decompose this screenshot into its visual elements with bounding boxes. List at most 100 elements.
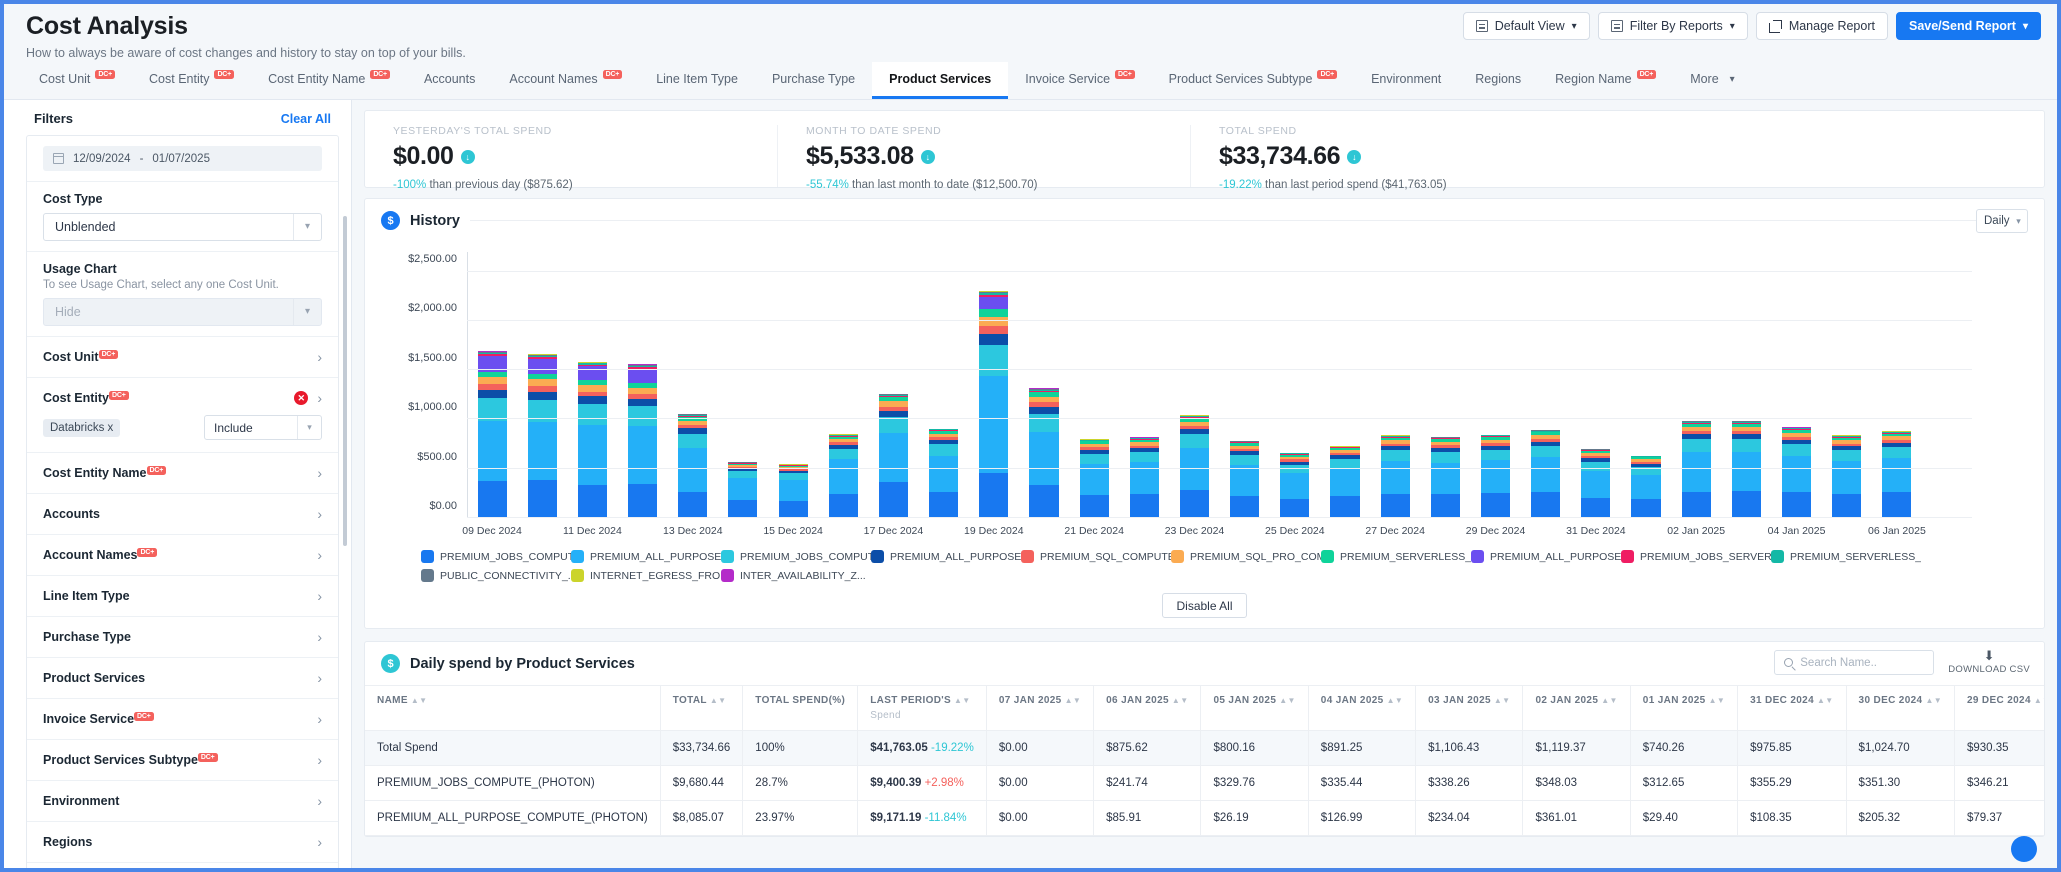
table-row[interactable]: Total Spend $33,734.66 100% $41,763.05 -19.… xyxy=(365,730,2044,766)
bar-column[interactable]: 27 Dec 2024 xyxy=(1365,252,1425,537)
legend-item[interactable]: PREMIUM_SERVERLESS_S... xyxy=(1771,550,1921,563)
sort-icon[interactable]: ▲▼ xyxy=(2034,696,2044,705)
filter-accordion-line-item-type[interactable]: Line Item Type › xyxy=(27,576,338,617)
sort-icon[interactable]: ▲▼ xyxy=(1494,696,1511,705)
chevron-right-icon[interactable]: › xyxy=(317,834,322,850)
chevron-right-icon[interactable]: › xyxy=(317,793,322,809)
chevron-right-icon[interactable]: › xyxy=(317,506,322,522)
sort-icon[interactable]: ▲▼ xyxy=(1065,696,1082,705)
tab-regions[interactable]: Regions xyxy=(1458,62,1538,99)
bar-column[interactable]: 13 Dec 2024 xyxy=(663,252,723,537)
tab-invoice-service[interactable]: Invoice Service DC+ xyxy=(1008,62,1151,99)
tab-account-names[interactable]: Account Names DC+ xyxy=(492,62,639,99)
bar-column[interactable] xyxy=(1922,252,1972,517)
filter-accordion-cost-entity-name[interactable]: Cost Entity Name DC+ › xyxy=(27,453,338,494)
column-header-29-dec-2024[interactable]: 29 DEC 2024▲▼ xyxy=(1954,685,2044,731)
bar-column[interactable]: 04 Jan 2025 xyxy=(1768,252,1825,537)
tab-accounts[interactable]: Accounts xyxy=(407,62,492,99)
legend-item[interactable]: PREMIUM_ALL_PURPOSE ... xyxy=(871,550,1021,563)
filter-chip[interactable]: Databricks x xyxy=(43,418,121,437)
chevron-right-icon[interactable]: › xyxy=(317,349,322,365)
bar-column[interactable] xyxy=(1721,252,1771,517)
column-header-total[interactable]: TOTAL ▲▼ xyxy=(660,685,744,731)
tab-cost-entity[interactable]: Cost Entity DC+ xyxy=(132,62,251,99)
tab-product-services-subtype[interactable]: Product Services Subtype DC+ xyxy=(1152,62,1354,99)
date-range-picker[interactable]: 12/09/2024 - 01/07/2025 xyxy=(43,146,322,171)
bar-column[interactable]: 25 Dec 2024 xyxy=(1265,252,1325,537)
legend-item[interactable]: PREMIUM_JOBS_COMPUTE... xyxy=(421,550,571,563)
column-header-04-jan-2025[interactable]: 04 JAN 2025 ▲▼ xyxy=(1308,685,1417,731)
bar-column[interactable]: 31 Dec 2024 xyxy=(1566,252,1626,537)
bar-column[interactable]: 21 Dec 2024 xyxy=(1064,252,1124,537)
sort-icon[interactable]: ▲▼ xyxy=(954,696,971,705)
legend-item[interactable]: PREMIUM_ALL_PURPOSE ... xyxy=(1471,550,1621,563)
sort-icon[interactable]: ▲▼ xyxy=(1172,696,1189,705)
search-box[interactable] xyxy=(1774,650,1935,675)
column-header-07-jan-2025[interactable]: 07 JAN 2025 ▲▼ xyxy=(986,685,1095,731)
bar-column[interactable] xyxy=(1019,252,1069,517)
bar-column[interactable] xyxy=(1521,252,1571,517)
column-header-31-dec-2024[interactable]: 31 DEC 2024 ▲▼ xyxy=(1737,685,1847,731)
cost-type-select[interactable]: Unblended ▾ xyxy=(43,213,322,241)
legend-item[interactable]: PREMIUM_SQL_PRO_COMP... xyxy=(1171,550,1321,563)
chevron-right-icon[interactable]: › xyxy=(317,629,322,645)
chevron-right-icon[interactable]: › xyxy=(317,711,322,727)
legend-item[interactable]: PREMIUM_SQL_COMPUTE xyxy=(1021,550,1171,563)
manage-report-button[interactable]: Manage Report xyxy=(1755,12,1888,40)
sort-icon[interactable]: ▲▼ xyxy=(1387,696,1404,705)
chevron-right-icon[interactable]: › xyxy=(317,465,322,481)
sidebar-scrollbar[interactable] xyxy=(343,216,347,546)
chevron-right-icon[interactable]: › xyxy=(317,547,322,563)
legend-item[interactable]: INTERNET_EGRESS_FROM... xyxy=(571,569,721,582)
filter-accordion-regions[interactable]: Regions › xyxy=(27,822,338,863)
usage-chart-select[interactable]: Hide ▾ xyxy=(43,298,322,326)
legend-item[interactable]: PUBLIC_CONNECTIVITY_... xyxy=(421,569,571,582)
bar-column[interactable]: 15 Dec 2024 xyxy=(763,252,823,537)
legend-item[interactable]: INTER_AVAILABILITY_Z... xyxy=(721,569,871,582)
bar-column[interactable] xyxy=(517,252,567,517)
filter-accordion-product-services[interactable]: Product Services › xyxy=(27,658,338,699)
tab-line-item-type[interactable]: Line Item Type xyxy=(639,62,755,99)
sort-icon[interactable]: ▲▼ xyxy=(1817,696,1834,705)
tab-product-services[interactable]: Product Services xyxy=(872,62,1009,99)
column-header-05-jan-2025[interactable]: 05 JAN 2025 ▲▼ xyxy=(1200,685,1309,731)
bar-column[interactable] xyxy=(718,252,768,517)
legend-item[interactable]: PREMIUM_JOBS_COMPUTE xyxy=(721,550,871,563)
legend-item[interactable]: PREMIUM_JOBS_SERVERL... xyxy=(1621,550,1771,563)
sort-icon[interactable]: ▲▼ xyxy=(411,696,428,705)
column-header-02-jan-2025[interactable]: 02 JAN 2025 ▲▼ xyxy=(1522,685,1631,731)
filter-accordion-accounts[interactable]: Accounts › xyxy=(27,494,338,535)
clear-filter-icon[interactable]: ✕ xyxy=(294,391,309,405)
bar-column[interactable]: 29 Dec 2024 xyxy=(1466,252,1525,537)
table-scroll-area[interactable]: NAME ▲▼ TOTAL ▲▼ TOTAL SPEND(%) LAST PERIOD'S… xyxy=(365,685,2044,836)
filter-accordion-account-names[interactable]: Account Names DC+ › xyxy=(27,535,338,576)
bar-column[interactable] xyxy=(1621,252,1671,517)
legend-item[interactable]: PREMIUM_ALL_PURPOSE ... xyxy=(571,550,721,563)
bar-column[interactable]: 11 Dec 2024 xyxy=(563,252,622,537)
column-header-total-spend-[interactable]: TOTAL SPEND(%) xyxy=(742,685,859,731)
filter-by-reports-button[interactable]: Filter By Reports ▾ xyxy=(1597,12,1748,40)
filter-accordion-environment[interactable]: Environment › xyxy=(27,781,338,822)
bar-column[interactable] xyxy=(1320,252,1370,517)
bar-column[interactable]: 02 Jan 2025 xyxy=(1667,252,1725,537)
sort-icon[interactable]: ▲▼ xyxy=(1601,696,1618,705)
sort-icon[interactable]: ▲▼ xyxy=(710,696,727,705)
column-header-last-period-s[interactable]: LAST PERIOD'S ▲▼ Spend xyxy=(857,685,987,731)
clear-all-button[interactable]: Clear All xyxy=(281,112,331,126)
disable-all-button[interactable]: Disable All xyxy=(1162,593,1247,618)
column-header-01-jan-2025[interactable]: 01 JAN 2025 ▲▼ xyxy=(1630,685,1739,731)
table-row[interactable]: PREMIUM_JOBS_COMPUTE_(PHOTON) $9,680.44 28… xyxy=(365,765,2044,801)
legend-item[interactable]: PREMIUM_SERVERLESS_R... xyxy=(1321,550,1471,563)
tab-cost-unit[interactable]: Cost Unit DC+ xyxy=(22,62,132,99)
filter-accordion-product-services-subtype[interactable]: Product Services Subtype DC+ › xyxy=(27,740,338,781)
bar-column[interactable]: 06 Jan 2025 xyxy=(1868,252,1926,537)
sort-icon[interactable]: ▲▼ xyxy=(1709,696,1726,705)
chevron-right-icon[interactable]: › xyxy=(317,390,322,406)
filter-accordion-invoice-service[interactable]: Invoice Service DC+ › xyxy=(27,699,338,740)
column-header-03-jan-2025[interactable]: 03 JAN 2025 ▲▼ xyxy=(1415,685,1524,731)
bar-column[interactable] xyxy=(1420,252,1470,517)
sort-icon[interactable]: ▲▼ xyxy=(1925,696,1942,705)
help-fab-button[interactable] xyxy=(2011,836,2037,862)
bar-column[interactable] xyxy=(1220,252,1270,517)
download-csv-button[interactable]: ⬇ DOWNLOAD CSV xyxy=(1948,649,2030,675)
